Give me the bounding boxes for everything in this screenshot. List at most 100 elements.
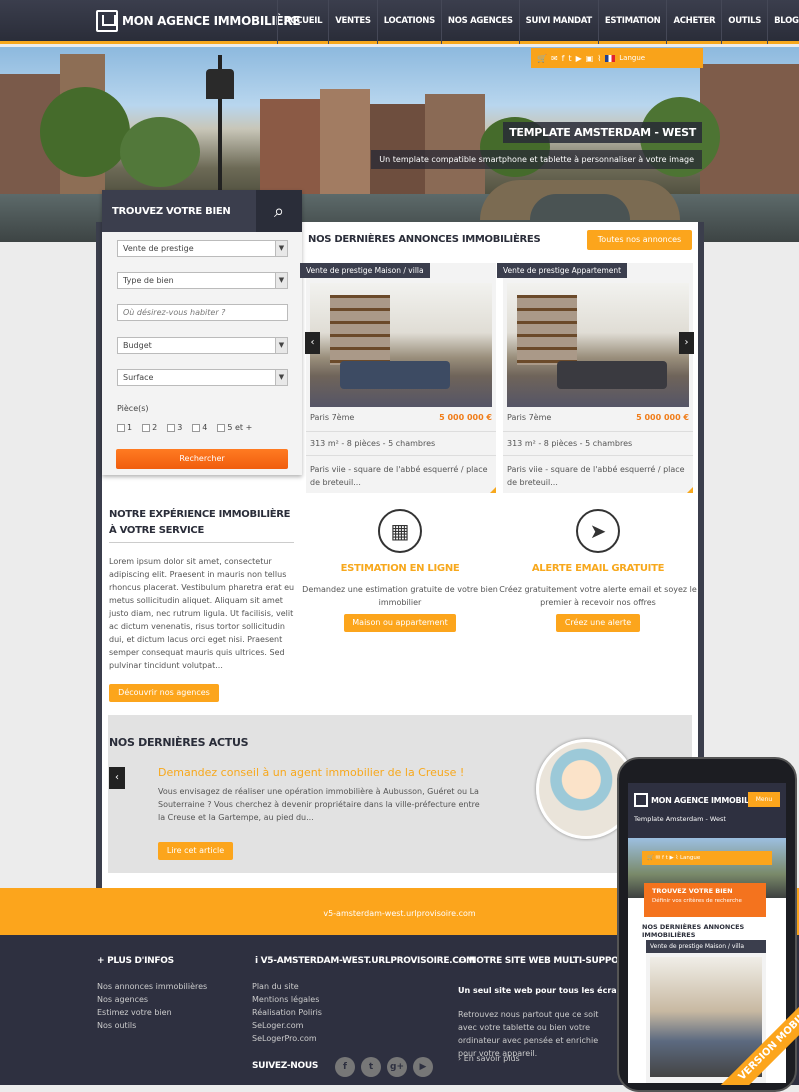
carousel-next-button[interactable]: › bbox=[679, 332, 694, 354]
template-subtitle: Un template compatible smartphone et tab… bbox=[371, 150, 702, 169]
nav-item-acheter[interactable]: ACHETER bbox=[666, 0, 721, 44]
template-title: TEMPLATE AMSTERDAM - WEST bbox=[503, 122, 702, 143]
main-nav: ACCUEIL VENTES LOCATIONS NOS AGENCES SUI… bbox=[277, 0, 799, 44]
mobile-search-panel[interactable]: TROUVEZ VOTRE BIEN Définir vos critères … bbox=[644, 883, 766, 917]
news-headline[interactable]: Demandez conseil à un agent immobilier d… bbox=[158, 766, 464, 779]
logo-text: MON AGENCE IMMOBILIÈRE bbox=[122, 14, 301, 28]
footer-col3-sub: Un seul site web pour tous les écrans bbox=[458, 986, 628, 995]
footer-link[interactable]: Nos outils bbox=[97, 1019, 207, 1032]
listing-card[interactable]: Vente de prestige Appartement Paris 7ème… bbox=[497, 263, 693, 493]
pieces-label: Pièce(s) bbox=[117, 404, 149, 413]
cart-icon[interactable]: 🛒 bbox=[537, 54, 547, 63]
house-icon bbox=[96, 10, 118, 32]
flag-fr-icon[interactable] bbox=[605, 54, 616, 62]
listing-tag: Vente de prestige Appartement bbox=[497, 263, 628, 278]
pieces-checkbox-2[interactable]: 2 bbox=[142, 423, 157, 432]
twitter-icon[interactable]: t bbox=[569, 54, 572, 63]
pieces-checkbox-4[interactable]: 4 bbox=[192, 423, 207, 432]
youtube-icon[interactable]: ▶ bbox=[413, 1057, 433, 1077]
footer-link[interactable]: SeLogerPro.com bbox=[252, 1032, 322, 1045]
chevron-down-icon: ▼ bbox=[275, 338, 287, 353]
nav-item-estimation[interactable]: ESTIMATION bbox=[597, 0, 667, 44]
house-icon bbox=[634, 793, 648, 807]
calculator-icon: ▦ bbox=[378, 509, 422, 553]
chevron-down-icon: ▼ bbox=[275, 241, 287, 256]
mobile-version-ribbon: VERSION MOBILE bbox=[690, 985, 799, 1085]
mail-icon[interactable]: ✉ bbox=[551, 54, 558, 63]
mobile-listings-title: NOS DERNIÈRES ANNONCES IMMOBILIÈRES bbox=[642, 923, 745, 939]
facebook-icon[interactable]: f bbox=[562, 54, 565, 63]
footer-link[interactable]: Réalisation Poliris bbox=[252, 1006, 322, 1019]
listings-title: NOS DERNIÈRES ANNONCES IMMOBILIÈRES bbox=[308, 234, 541, 245]
listing-city: Paris 7ème bbox=[310, 413, 355, 422]
nav-item-suivi-mandat[interactable]: SUIVI MANDAT bbox=[518, 0, 598, 44]
pieces-checkbox-3[interactable]: 3 bbox=[167, 423, 182, 432]
nav-item-ventes[interactable]: VENTES bbox=[328, 0, 376, 44]
news-title: NOS DERNIÈRES ACTUS bbox=[109, 736, 249, 749]
listing-card[interactable]: Vente de prestige Maison / villa Paris 7… bbox=[300, 263, 496, 493]
news-prev-button[interactable]: ‹ bbox=[109, 767, 125, 789]
print-icon[interactable]: ▣ bbox=[586, 54, 594, 63]
footer-col2-links: Plan du site Mentions légales Réalisatio… bbox=[252, 980, 322, 1045]
nav-item-locations[interactable]: LOCATIONS bbox=[376, 0, 441, 44]
footer-link[interactable]: SeLoger.com bbox=[252, 1019, 322, 1032]
service-title-estimation: ESTIMATION EN LIGNE bbox=[340, 563, 460, 574]
read-article-button[interactable]: Lire cet article bbox=[158, 842, 233, 860]
all-listings-button[interactable]: Toutes nos annonces bbox=[587, 230, 692, 250]
property-type-select[interactable]: Type de bien ▼ bbox=[117, 272, 288, 289]
mobile-menu-button[interactable]: Menu bbox=[748, 792, 780, 807]
nav-item-outils[interactable]: OUTILS bbox=[721, 0, 767, 44]
experience-title: NOTRE EXPÉRIENCE IMMOBILIÈRE À VOTRE SER… bbox=[109, 509, 291, 536]
footer-link[interactable]: Nos annonces immobilières bbox=[97, 980, 207, 993]
experience-text: Lorem ipsum dolor sit amet, consectetur … bbox=[109, 557, 295, 670]
discover-agencies-button[interactable]: Découvrir nos agences bbox=[109, 684, 219, 702]
facebook-icon[interactable]: f bbox=[335, 1057, 355, 1077]
chevron-down-icon: ▼ bbox=[275, 370, 287, 385]
video-icon[interactable]: ▶ bbox=[576, 54, 582, 63]
follow-us-label: SUIVEZ-NOUS bbox=[252, 1061, 319, 1071]
budget-select[interactable]: Budget ▼ bbox=[117, 337, 288, 354]
search-title: TROUVEZ VOTRE BIEN bbox=[112, 205, 231, 217]
twitter-icon[interactable]: t bbox=[361, 1057, 381, 1077]
footer-link[interactable]: Plan du site bbox=[252, 980, 322, 993]
listing-details: 313 m² - 8 pièces - 5 chambres bbox=[507, 439, 633, 448]
nav-item-accueil[interactable]: ACCUEIL bbox=[277, 0, 328, 44]
monitor-icon: ▭ bbox=[458, 956, 470, 966]
listing-details: 313 m² - 8 pièces - 5 chambres bbox=[310, 439, 436, 448]
footer-link[interactable]: Nos agences bbox=[97, 993, 207, 1006]
location-input[interactable]: Où désirez-vous habiter ? bbox=[117, 304, 288, 321]
service-title-alerte: ALERTE EMAIL GRATUITE bbox=[531, 563, 665, 574]
surface-select[interactable]: Surface ▼ bbox=[117, 369, 288, 386]
pieces-checkbox-1[interactable]: 1 bbox=[117, 423, 132, 432]
google-plus-icon[interactable]: g+ bbox=[387, 1057, 407, 1077]
search-panel: TROUVEZ VOTRE BIEN ⌕ Vente de prestige ▼ … bbox=[102, 190, 302, 475]
chevron-down-icon: ▼ bbox=[275, 273, 287, 288]
nav-item-blog[interactable]: BLOG bbox=[767, 0, 799, 44]
listing-description: Paris viie - square de l'abbé esquerré /… bbox=[507, 465, 685, 487]
footer-col2-title: i V5-AMSTERDAM-WEST.URLPROVISOIRE.COM bbox=[255, 956, 475, 966]
language-link[interactable]: Langue bbox=[619, 54, 645, 62]
footer-link[interactable]: Mentions légales bbox=[252, 993, 322, 1006]
pieces-checkbox-5plus[interactable]: 5 et + bbox=[217, 423, 252, 432]
top-bar: MON AGENCE IMMOBILIÈRE ACCUEIL VENTES LO… bbox=[0, 0, 799, 44]
listing-photo[interactable] bbox=[310, 283, 492, 407]
footer-col1-title: + PLUS D'INFOS bbox=[97, 956, 174, 966]
more-link[interactable]: › En savoir plus bbox=[458, 1052, 520, 1065]
listing-price: 5 000 000 € bbox=[636, 413, 689, 422]
category-select[interactable]: Vente de prestige ▼ bbox=[117, 240, 288, 257]
carousel-prev-button[interactable]: ‹ bbox=[305, 332, 320, 354]
listing-description: Paris viie - square de l'abbé esquerré /… bbox=[310, 465, 488, 487]
create-alert-button[interactable]: Créez une alerte bbox=[556, 614, 640, 632]
service-desc-alerte: Créez gratuitement votre alerte email et… bbox=[499, 585, 697, 607]
plus-icon: + bbox=[97, 956, 108, 966]
footer-link[interactable]: Estimez votre bien bbox=[97, 1006, 207, 1019]
listing-tag: Vente de prestige Maison / villa bbox=[300, 263, 430, 278]
nav-item-agences[interactable]: NOS AGENCES bbox=[440, 0, 519, 44]
estimation-button[interactable]: Maison ou appartement bbox=[344, 614, 456, 632]
site-logo[interactable]: MON AGENCE IMMOBILIÈRE bbox=[96, 8, 301, 34]
search-button[interactable]: Rechercher bbox=[116, 449, 288, 469]
search-icon[interactable]: ⌕ bbox=[256, 190, 302, 232]
listing-photo[interactable] bbox=[507, 283, 689, 407]
rss-icon[interactable]: ⌇ bbox=[597, 54, 601, 63]
paper-plane-icon: ➤ bbox=[576, 509, 620, 553]
